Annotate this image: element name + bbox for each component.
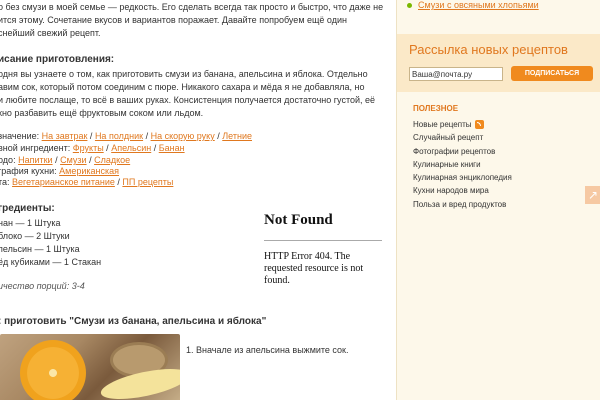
sidebar-item-cookbooks[interactable]: Кулинарные книги	[413, 158, 512, 171]
tag-separator: /	[86, 155, 95, 165]
tag-link[interactable]: Банан	[159, 143, 185, 153]
tag-link[interactable]: Вегетарианское питание	[12, 177, 115, 187]
ingredients-heading: гредиенты:	[0, 203, 55, 214]
sidebar-item-food-benefits[interactable]: Польза и вред продуктов	[413, 198, 512, 211]
meta-geo-label: графия кухни:	[0, 166, 57, 176]
orange-slice-image	[20, 340, 86, 400]
meta-diet: та: Вегетарианское питание / ПП рецепты	[0, 176, 173, 189]
description-line: одня вы узнаете о том, как приготовить с…	[0, 69, 368, 79]
error-divider	[264, 240, 382, 241]
bullet-icon	[407, 3, 412, 9]
tag-link[interactable]: Американская	[59, 166, 119, 176]
tag-link[interactable]: Фрукты	[73, 143, 104, 153]
ingredient-item: пельсин — 1 Штука	[0, 244, 80, 254]
sidebar-item-encyclopedia[interactable]: Кулинарная энциклопедия	[413, 171, 512, 184]
intro-text-line: снейший свежий рецепт.	[0, 28, 101, 38]
sidebar: Смузи с овсяными хлопьями Рассылка новых…	[396, 0, 600, 400]
description-line: авим сок, который потом соединим с пюре.…	[0, 82, 365, 92]
description-line: и любите послаще, то всё в ваших руках. …	[0, 95, 376, 105]
step-text: 1. Вначале из апельсина выжмите сок.	[186, 345, 349, 355]
tag-link[interactable]: Апельсин	[111, 143, 151, 153]
error-frame: Not Found HTTP Error 404. The requested …	[264, 212, 382, 287]
useful-heading: ПОЛЕЗНОЕ	[413, 104, 459, 113]
sidebar-item-random-recipe[interactable]: Случайный рецепт	[413, 131, 512, 144]
meta-purpose-label: значение:	[0, 131, 40, 141]
tag-link[interactable]: На скорую руку	[151, 131, 215, 141]
ingredient-item: нан — 1 Штука	[0, 218, 61, 228]
arrow-up-icon[interactable]: ↗	[585, 186, 600, 204]
intro-text-line: ится этому. Сочетание вкусов и вариантов…	[0, 15, 347, 25]
intro-text-line: о без смузи в моей семье — редкость. Его…	[0, 2, 384, 12]
sidebar-item-new-recipes[interactable]: Новые рецепты	[413, 118, 512, 131]
sidebar-item-recipe-photos[interactable]: Фотографии рецептов	[413, 145, 512, 158]
tag-link[interactable]: Напитки	[18, 155, 53, 165]
error-message: HTTP Error 404. The requested resource i…	[264, 251, 364, 286]
tag-link[interactable]: ПП рецепты	[122, 177, 173, 187]
meta-diet-label: та:	[0, 177, 10, 187]
tag-separator: /	[87, 131, 95, 141]
error-title: Not Found	[264, 212, 333, 228]
howto-heading: : приготовить "Смузи из банана, апельсин…	[0, 316, 267, 327]
tag-link[interactable]: Сладкое	[94, 155, 130, 165]
ingredient-item: ёд кубиками — 1 Стакан	[0, 257, 102, 267]
sidebar-item-world-cuisines[interactable]: Кухни народов мира	[413, 184, 512, 197]
servings-count: ичество порций: 3-4	[0, 281, 85, 291]
tag-link[interactable]: Смузи	[60, 155, 86, 165]
sidebar-prev-link[interactable]: Смузи с овсяными хлопьями	[418, 0, 539, 10]
newsletter-title: Рассылка новых рецептов	[409, 42, 568, 57]
tag-link[interactable]: Летние	[222, 131, 252, 141]
tag-separator: /	[143, 131, 151, 141]
description-heading: исание приготовления:	[0, 54, 115, 65]
recipe-photo	[0, 334, 180, 400]
tag-link[interactable]: На полдник	[95, 131, 143, 141]
recipe-content: о без смузи в моей семье — редкость. Его…	[0, 0, 395, 400]
tag-link[interactable]: На завтрак	[42, 131, 88, 141]
subscribe-button[interactable]: ПОДПИСАТЬСЯ	[511, 66, 593, 81]
sidebar-item-label[interactable]: Новые рецепты	[413, 120, 471, 129]
tag-separator: /	[52, 155, 61, 165]
newsletter-box: Рассылка новых рецептов ПОДПИСАТЬСЯ	[397, 34, 600, 92]
email-field[interactable]	[409, 67, 503, 81]
meta-dish-label: одо:	[0, 155, 16, 165]
sidebar-prev-item[interactable]: Смузи с овсяными хлопьями	[407, 0, 539, 10]
meta-ingredient-label: вной ингредиент:	[0, 143, 71, 153]
rss-icon[interactable]	[475, 120, 485, 130]
ingredient-item: блоко — 2 Штуки	[0, 231, 70, 241]
tag-separator: /	[151, 143, 159, 153]
useful-links: Новые рецепты Случайный рецепт Фотографи…	[413, 118, 512, 211]
description-line: кно разбавить ещё фруктовым соком или ль…	[0, 108, 204, 118]
